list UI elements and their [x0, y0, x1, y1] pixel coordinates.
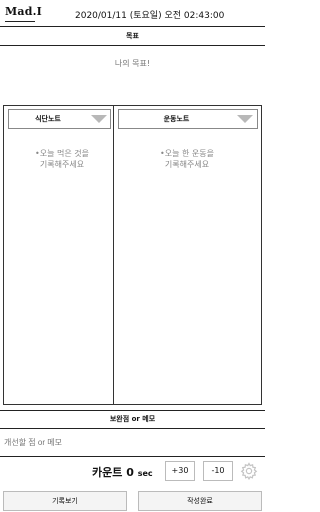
exercise-note-dropdown[interactable]: 운동노트 — [118, 109, 258, 129]
current-datetime: 2020/01/11 (토요일) 오전 02:43:00 — [75, 11, 225, 21]
goal-section-title: 목표 — [126, 32, 139, 40]
goal-divider — [0, 45, 265, 46]
diet-note-dropdown-label: 식단노트 — [35, 115, 61, 123]
feedback-input[interactable] — [4, 438, 204, 447]
goal-input[interactable]: 나의 목표! — [0, 58, 265, 69]
diet-note-dropdown[interactable]: 식단노트 — [8, 109, 111, 129]
diet-note-input[interactable]: •오늘 먹은 것을 기록해주세요 — [8, 148, 116, 170]
feedback-divider — [0, 428, 265, 429]
logo-underline — [5, 21, 35, 22]
counter-label: 카운트 — [92, 466, 123, 479]
chevron-down-icon — [91, 115, 107, 123]
plus-30-button[interactable]: +30 — [165, 461, 195, 481]
counter-divider — [0, 456, 265, 457]
header-divider — [0, 26, 265, 27]
exercise-note-hint-line1: •오늘 한 운동을 — [160, 149, 214, 158]
diet-note-hint-line2: 기록해주세요 — [39, 160, 85, 169]
exercise-note-dropdown-label: 운동노트 — [163, 115, 190, 123]
exercise-note-hint-line2: 기록해주세요 — [164, 160, 210, 169]
chevron-down-icon — [237, 115, 253, 123]
feedback-section-title: 보완점 or 메모 — [109, 415, 156, 423]
counter-display: 카운트 0 sec — [92, 464, 153, 480]
complete-button[interactable]: 작성완료 — [138, 491, 262, 511]
minus-10-button[interactable]: -10 — [203, 461, 233, 481]
counter-value: 0 — [126, 466, 134, 479]
app-logo: Mad.I — [5, 5, 42, 18]
view-records-button[interactable]: 기록보기 — [3, 491, 127, 511]
gear-icon[interactable] — [240, 462, 258, 481]
exercise-note-input[interactable]: •오늘 한 운동을 기록해주세요 — [133, 148, 241, 170]
diet-note-hint-line1: •오늘 먹은 것을 — [35, 149, 89, 158]
top-bar: Mad.I 2020/01/11 (토요일) 오전 02:43:00 — [0, 0, 265, 26]
counter-unit: sec — [137, 469, 153, 478]
